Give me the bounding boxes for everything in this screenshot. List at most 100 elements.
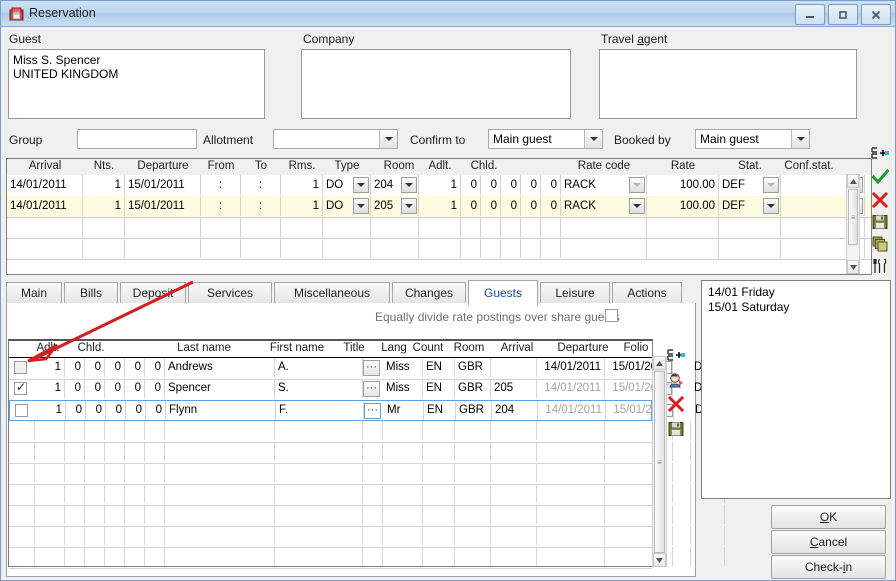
guest-lookup-button[interactable]: ··· [364, 403, 381, 419]
guest-row-empty[interactable] [9, 442, 725, 464]
guest-cell-empty[interactable] [691, 505, 725, 524]
guest-row-empty[interactable] [9, 505, 725, 527]
cell-empty[interactable] [241, 238, 281, 258]
guest-cell-empty[interactable] [275, 547, 363, 566]
copy-duplicate-icon[interactable] [870, 234, 890, 254]
guest-cell-empty[interactable] [363, 526, 383, 545]
cell-empty[interactable] [461, 238, 481, 258]
guest-cell-c1[interactable]: 0 [65, 379, 85, 398]
cell-empty[interactable] [419, 217, 461, 237]
guest-cell-c2[interactable]: 0 [86, 401, 106, 420]
cell-empty[interactable] [419, 238, 461, 258]
cell-empty[interactable] [719, 238, 781, 258]
chevron-down-icon[interactable] [629, 177, 645, 193]
guest-cell-empty[interactable] [383, 526, 423, 545]
cell-to[interactable]: : [241, 175, 281, 195]
travel-agent-memo[interactable] [599, 49, 857, 119]
cell-departure[interactable]: 15/01/2011 [125, 175, 201, 195]
guest-cell-adlt[interactable]: 1 [35, 358, 65, 377]
chevron-down-icon[interactable] [791, 130, 809, 148]
guest-cell-c3[interactable]: 0 [106, 401, 126, 420]
guest-cell-empty[interactable] [105, 463, 125, 482]
scrollbar-thumb[interactable]: ≡ [654, 371, 665, 553]
chevron-down-icon[interactable] [401, 198, 417, 214]
guest-row[interactable]: ✓ 1 0 0 0 0 0 Spencer S. Miss EN GBR 205 14/01/2011 15… [9, 379, 725, 401]
guest-cell-empty[interactable] [65, 505, 85, 524]
guest-cell-empty[interactable] [275, 421, 363, 440]
day-list-item[interactable]: 14/01 Friday [708, 285, 884, 300]
guest-cell-empty[interactable] [423, 484, 455, 503]
tab-deposit[interactable]: Deposit [120, 282, 186, 304]
guest-cell-empty[interactable] [165, 505, 275, 524]
guest-cell-empty[interactable] [165, 526, 275, 545]
guest-cell-empty[interactable] [537, 484, 605, 503]
maximize-button[interactable] [828, 4, 858, 25]
day-list-panel[interactable]: 14/01 Friday 15/01 Saturday [701, 280, 891, 499]
guest-cell-empty[interactable] [65, 463, 85, 482]
cell-empty[interactable] [323, 217, 371, 237]
guest-lookup-button[interactable]: ··· [363, 381, 380, 397]
guest-cell-empty[interactable] [35, 421, 65, 440]
cell-c5[interactable]: 0 [541, 196, 561, 216]
guest-cell-room[interactable]: 204 [492, 401, 538, 420]
cell-from[interactable]: : [201, 175, 241, 195]
guest-select-checkbox[interactable] [14, 361, 27, 374]
tab-main[interactable]: Main [6, 282, 62, 304]
guest-cell-empty[interactable] [455, 463, 491, 482]
cell-empty[interactable] [521, 238, 541, 258]
guest-cell-c3[interactable]: 0 [105, 379, 125, 398]
guest-cell-empty[interactable] [105, 505, 125, 524]
cell-nts[interactable]: 1 [83, 196, 125, 216]
cell-empty[interactable] [125, 217, 201, 237]
equally-divide-checkbox[interactable] [605, 309, 618, 322]
guest-row-empty[interactable] [9, 526, 725, 548]
guest-cell-empty[interactable] [105, 526, 125, 545]
cell-empty[interactable] [371, 238, 419, 258]
guest-cell-empty[interactable] [275, 526, 363, 545]
scroll-up-arrow[interactable] [653, 356, 666, 370]
guest-cell-empty[interactable] [537, 421, 605, 440]
close-button[interactable] [861, 4, 891, 25]
guest-cell-empty[interactable] [145, 547, 165, 566]
guest-cell-empty[interactable] [165, 547, 275, 566]
guest-cell-arrival[interactable]: 14/01/2011 [538, 401, 606, 420]
save-floppy-icon[interactable] [870, 212, 890, 232]
cell-from[interactable]: : [201, 196, 241, 216]
guest-cell-empty[interactable] [9, 484, 35, 503]
guest-row[interactable]: 1 0 0 0 0 0 Andrews A. Miss EN GBR 14/01/2011 15/01/… [9, 358, 725, 380]
guest-cell-first_name[interactable]: F. [276, 401, 364, 420]
guest-cell-empty[interactable] [363, 442, 383, 461]
guest-cell-room[interactable] [491, 358, 537, 377]
guest-cell-empty[interactable] [491, 463, 537, 482]
guest-cell-empty[interactable] [383, 463, 423, 482]
cutlery-meal-plan-icon[interactable] [870, 256, 890, 276]
guest-cell-empty[interactable] [455, 526, 491, 545]
cell-c3[interactable]: 0 [501, 196, 521, 216]
guest-cell-empty[interactable] [125, 463, 145, 482]
guest-cell-empty[interactable] [9, 526, 35, 545]
checkin-button[interactable]: Check-in [771, 555, 886, 579]
reservation-grid-scrollbar[interactable]: ≡ [846, 174, 860, 274]
guest-cell-lang[interactable]: EN [423, 358, 455, 377]
cell-c4[interactable]: 0 [521, 196, 541, 216]
guest-cell-empty[interactable] [125, 484, 145, 503]
guest-cell-empty[interactable] [673, 547, 691, 566]
cell-empty[interactable] [201, 217, 241, 237]
add-guest-icon[interactable] [666, 346, 686, 366]
cell-departure[interactable]: 15/01/2011 [125, 196, 201, 216]
guest-cell-empty[interactable] [165, 463, 275, 482]
guest-cell-empty[interactable] [105, 547, 125, 566]
tab-changes[interactable]: Changes [392, 282, 466, 304]
guest-cell-empty[interactable] [165, 442, 275, 461]
guest-cell-count[interactable]: GBR [456, 401, 492, 420]
guest-cell-empty[interactable] [165, 421, 275, 440]
cell-empty[interactable] [541, 238, 561, 258]
guest-cell-c2[interactable]: 0 [85, 379, 105, 398]
guest-cell-empty[interactable] [145, 526, 165, 545]
guest-cell-last_name[interactable]: Flynn [166, 401, 276, 420]
tab-actions[interactable]: Actions [612, 282, 682, 304]
cell-empty[interactable] [7, 238, 83, 258]
guest-cell-empty[interactable] [125, 526, 145, 545]
guest-cell-c3[interactable]: 0 [105, 358, 125, 377]
guest-cell-empty[interactable] [673, 484, 691, 503]
